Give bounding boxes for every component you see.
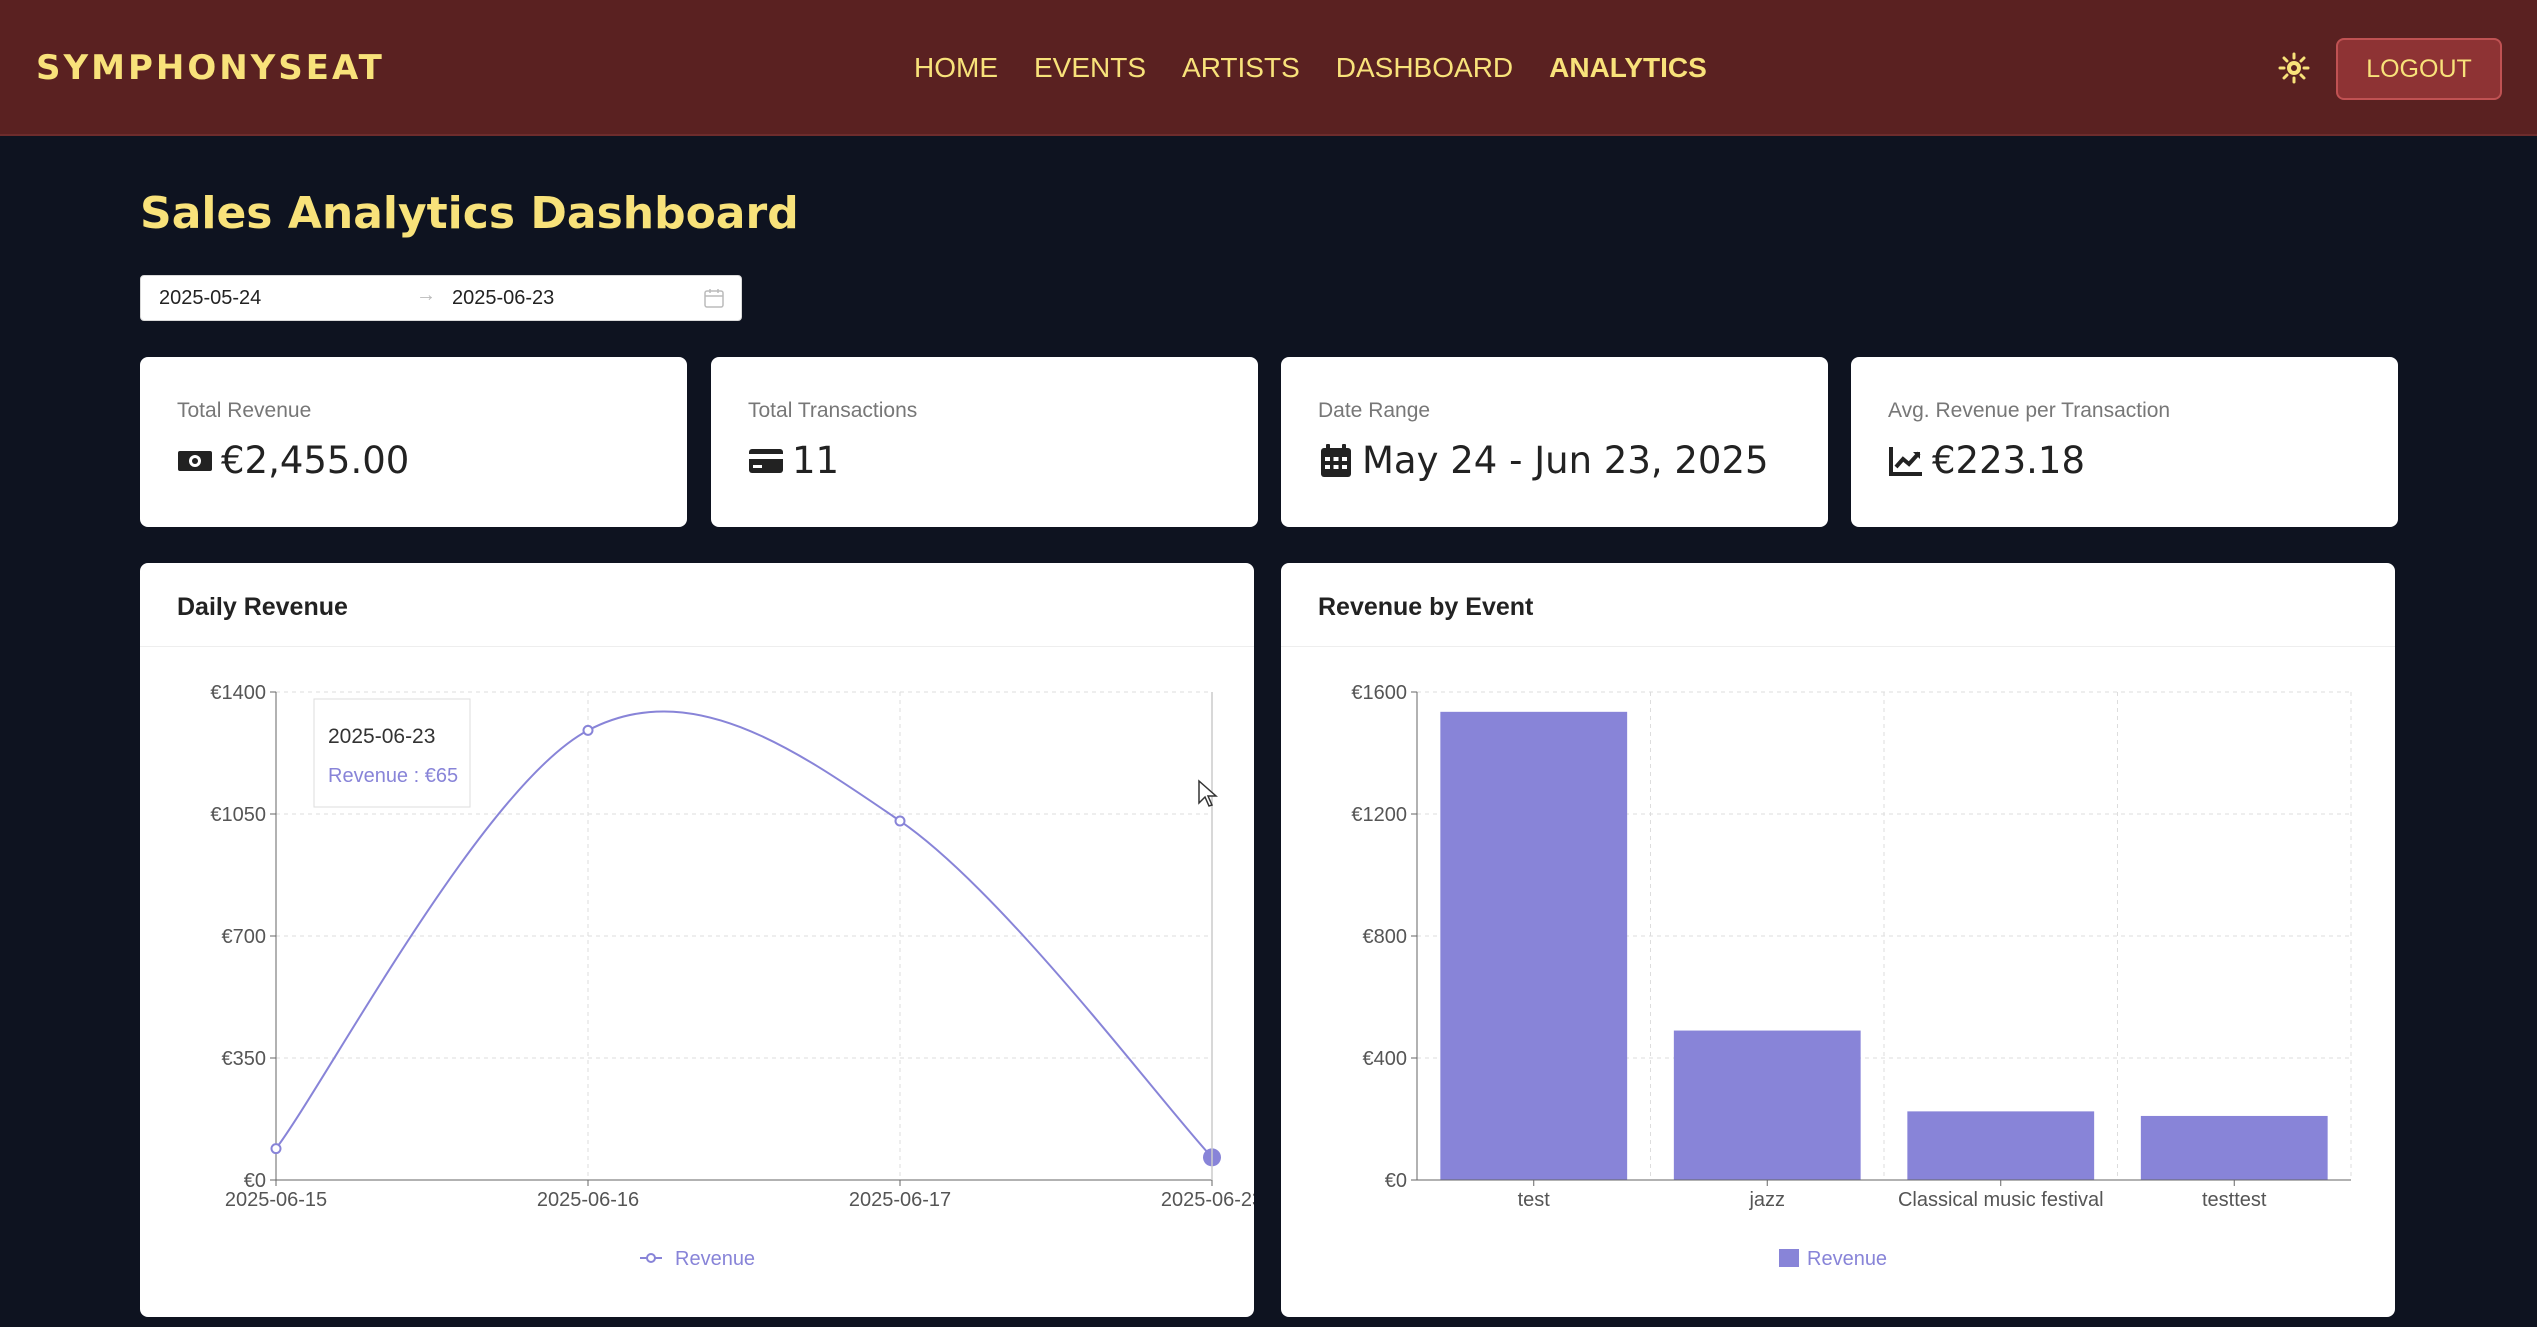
logout-button[interactable]: LOGOUT — [2336, 38, 2502, 100]
stat-value: €2,455.00 — [221, 439, 410, 482]
stat-card-total-transactions: Total Transactions 11 — [711, 357, 1258, 527]
range-end-input[interactable]: 2025-06-23 — [452, 287, 554, 310]
legend-label: Revenue — [1807, 1248, 1887, 1270]
chart-line-icon — [1889, 446, 1922, 476]
x-tick-label: 2025-06-15 — [225, 1189, 327, 1211]
range-separator-icon: → — [416, 284, 436, 306]
y-tick-label: €1050 — [210, 804, 266, 826]
stat-value-row: May 24 - Jun 23, 2025 — [1318, 439, 1769, 482]
y-tick-label: €1200 — [1351, 804, 1407, 826]
x-tick-label: testtest — [2202, 1189, 2267, 1211]
y-tick-label: €700 — [222, 926, 267, 948]
daily-revenue-chart: €0€350€700€1050€14002025-06-15 2025-06-16… — [210, 682, 1254, 1270]
x-tick-label: Classical music festival — [1898, 1189, 2104, 1211]
stat-label: Avg. Revenue per Transaction — [1888, 399, 2171, 422]
stat-label: Date Range — [1318, 399, 1431, 422]
data-point — [270, 1143, 282, 1155]
y-tick-label: €350 — [222, 1048, 267, 1070]
bar-test — [1440, 711, 1628, 1180]
card-header: Revenue by Event — [1281, 563, 2395, 647]
tooltip-value: Revenue : €65 — [328, 765, 458, 787]
brand-logo[interactable]: SYMPHONYSEAT — [36, 48, 385, 88]
revenue-by-event-chart: €0 €400 €800 €1200 €1600 test jazz Classical mu… — [1351, 682, 2352, 1270]
nav-link-dashboard[interactable]: DASHBOARD — [1336, 52, 1513, 84]
nav-link-analytics[interactable]: ANALYTICS — [1549, 52, 1707, 84]
nav-link-home[interactable]: HOME — [914, 52, 998, 84]
y-tick-label: €400 — [1363, 1048, 1408, 1070]
chart-legend: Revenue — [640, 1248, 755, 1270]
stat-value: 11 — [792, 439, 840, 482]
revenue-by-event-card: Revenue by Event €0 €400 €800 €1200 €1600 tes… — [1281, 563, 2395, 1317]
money-bill-icon — [178, 450, 212, 471]
x-tick-label: test — [1518, 1189, 1551, 1211]
y-tick-label: €800 — [1363, 926, 1408, 948]
stat-value-row: €2,455.00 — [177, 439, 409, 482]
stat-card-total-revenue: Total Revenue €2,455.00 — [140, 357, 687, 527]
bar-classical-music-festival — [1907, 1111, 2095, 1180]
stat-label: Total Transactions — [748, 399, 918, 422]
credit-card-icon — [749, 448, 783, 473]
stat-card-avg-revenue: Avg. Revenue per Transaction €223.18 — [1851, 357, 2398, 527]
mouse-cursor-icon — [1198, 779, 1218, 807]
date-range-picker[interactable]: 2025-05-24 → 2025-06-23 — [140, 275, 742, 321]
x-tick-label: 2025-06-16 — [537, 1189, 639, 1211]
nav-link-events[interactable]: EVENTS — [1034, 52, 1146, 84]
stat-value-row: 11 — [748, 439, 839, 482]
tooltip-box — [313, 698, 471, 808]
tooltip-label: 2025-06-23 — [328, 725, 435, 748]
stat-value: May 24 - Jun 23, 2025 — [1362, 439, 1769, 482]
bar-testtest — [2140, 1115, 2328, 1180]
card-header: Daily Revenue — [140, 563, 1254, 647]
legend-label: Revenue — [675, 1248, 755, 1270]
legend-swatch-icon — [1779, 1249, 1799, 1267]
sun-icon[interactable] — [2278, 52, 2310, 84]
nav-link-artists[interactable]: ARTISTS — [1182, 52, 1300, 84]
data-point — [894, 815, 906, 827]
data-point — [582, 724, 594, 736]
nav-links: HOME EVENTS ARTISTS DASHBOARD ANALYTICS — [914, 52, 1707, 84]
y-tick-label: €1600 — [1351, 682, 1407, 704]
x-tick-label: 2025-06-17 — [849, 1189, 951, 1211]
x-tick-label: jazz — [1748, 1189, 1785, 1211]
chart-title: Revenue by Event — [1318, 593, 1534, 621]
range-start-input[interactable]: 2025-05-24 — [159, 287, 261, 310]
stat-value: €223.18 — [1932, 439, 2086, 482]
bar-jazz — [1673, 1030, 1861, 1180]
y-tick-label: €1400 — [210, 682, 266, 704]
top-navbar: SYMPHONYSEAT HOME EVENTS ARTISTS DASHBOA… — [0, 0, 2537, 136]
chart-tooltip: 2025-06-23 Revenue : €65 — [313, 698, 471, 808]
chart-legend: Revenue — [1779, 1248, 1887, 1270]
calendar-icon — [1321, 443, 1351, 477]
calendar-icon[interactable] — [703, 287, 725, 309]
legend-dot-icon — [646, 1253, 656, 1263]
stat-value-row: €223.18 — [1888, 439, 2085, 482]
x-tick-label: 2025-06-23 — [1161, 1189, 1254, 1211]
daily-revenue-card: Daily Revenue €0 €350 €700 €1050 €1400 2025-0… — [140, 563, 1254, 1317]
stat-label: Total Revenue — [177, 399, 312, 422]
page-title: Sales Analytics Dashboard — [140, 188, 799, 239]
chart-title: Daily Revenue — [177, 593, 348, 621]
y-tick-label: €0 — [1385, 1170, 1407, 1192]
stat-card-date-range: Date Range May 24 - Jun 23, 2025 — [1281, 357, 1828, 527]
